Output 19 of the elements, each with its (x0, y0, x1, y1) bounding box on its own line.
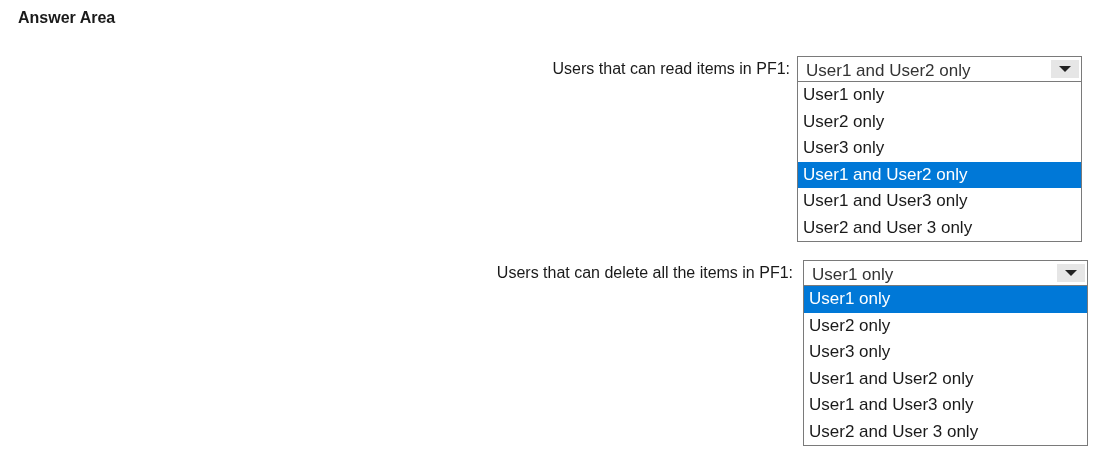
dropdown-option[interactable]: User1 only (798, 82, 1081, 109)
dropdown[interactable]: User1 only (803, 260, 1088, 286)
dropdown-option[interactable]: User1 and User3 only (798, 188, 1081, 215)
caret-icon (1051, 60, 1079, 78)
dropdown-option[interactable]: User2 and User 3 only (804, 418, 1087, 445)
caret-icon (1057, 264, 1085, 282)
dropdown-option[interactable]: User3 only (804, 339, 1087, 366)
dropdown-option[interactable]: User3 only (798, 135, 1081, 162)
dropdown-option[interactable]: User1 only (804, 286, 1087, 313)
answer-area-title: Answer Area (18, 8, 116, 28)
dropdown-option[interactable]: User1 and User2 only (804, 365, 1087, 392)
dropdown-option[interactable]: User1 and User2 only (798, 161, 1081, 188)
dropdown-option[interactable]: User1 and User3 only (804, 392, 1087, 419)
question-label: Users that can delete all the items in PF1: (496, 263, 793, 283)
dropdown-option[interactable]: User2 only (798, 108, 1081, 135)
question-label: Users that can read items in PF1: (552, 59, 790, 79)
dropdown-option[interactable]: User2 only (804, 312, 1087, 339)
dropdown-option[interactable]: User2 and User 3 only (798, 214, 1081, 241)
dropdown[interactable]: User1 and User2 only (797, 56, 1082, 82)
